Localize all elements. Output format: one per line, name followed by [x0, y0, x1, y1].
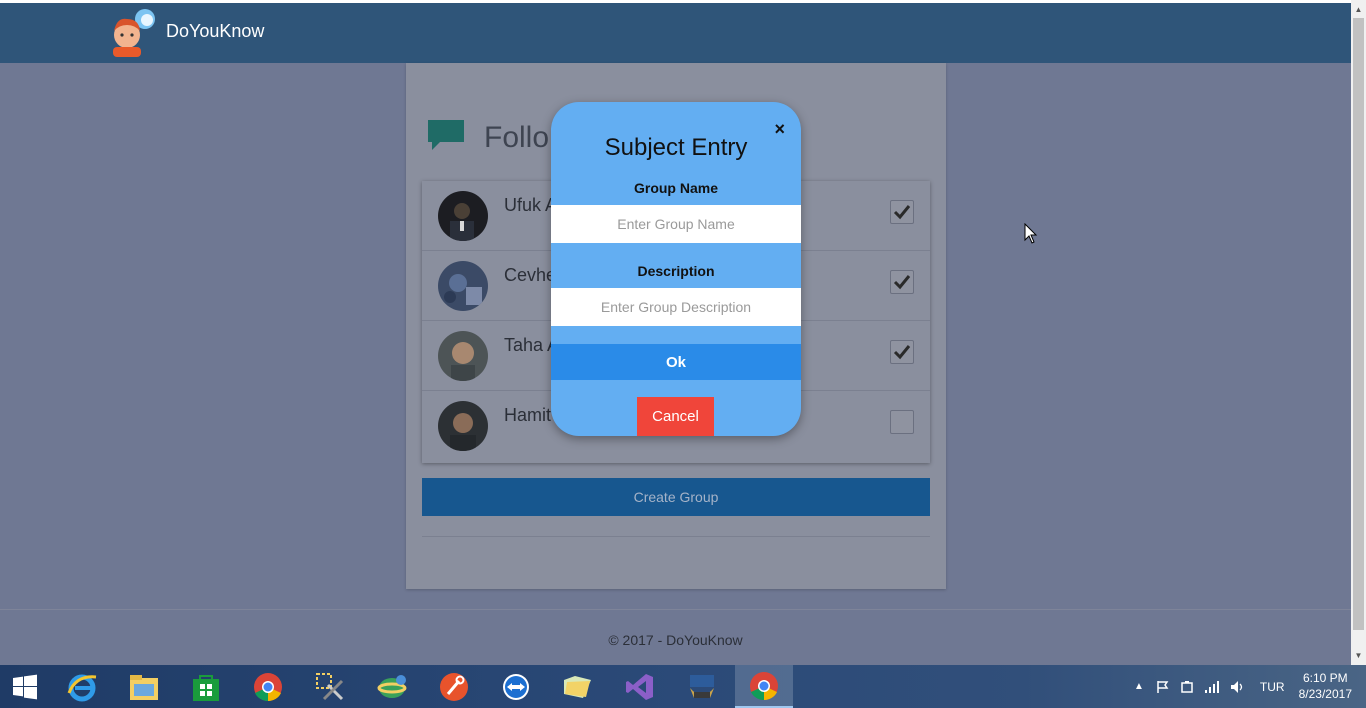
visual-studio-icon[interactable] — [611, 665, 669, 708]
vertical-scrollbar[interactable]: ▲ ▼ — [1351, 0, 1366, 665]
taskbar: ▲ TUR 6:10 PM 8/23/2017 — [0, 665, 1366, 708]
sourcetree-icon[interactable] — [425, 665, 483, 708]
scroll-down-arrow-icon[interactable]: ▼ — [1351, 649, 1366, 663]
scroll-thumb[interactable] — [1353, 18, 1364, 630]
description-label: Description — [637, 263, 715, 279]
user-name: Cevhe — [504, 265, 557, 285]
chrome-active-icon[interactable] — [735, 665, 793, 708]
volume-icon[interactable] — [1230, 680, 1246, 694]
browser-window: DoYouKnow Follo Ufuk A Cevhe Taha A Hami… — [0, 0, 1366, 665]
brand-name[interactable]: DoYouKnow — [166, 21, 264, 42]
group-name-label: Group Name — [633, 180, 718, 196]
modal-title: Subject Entry — [604, 134, 748, 161]
sql-server-icon[interactable] — [673, 665, 731, 708]
scroll-up-arrow-icon[interactable]: ▲ — [1351, 3, 1366, 17]
brand-logo-icon[interactable] — [107, 7, 159, 57]
avatar — [438, 331, 488, 381]
avatar — [438, 191, 488, 241]
description-input[interactable] — [551, 288, 801, 326]
flag-icon[interactable] — [1156, 680, 1170, 694]
signal-icon[interactable] — [1204, 680, 1220, 694]
user-select-checkbox[interactable] — [890, 270, 914, 294]
chat-bubble-icon — [428, 120, 464, 150]
clock-date: 8/23/2017 — [1298, 687, 1352, 701]
tools-icon[interactable] — [301, 665, 359, 708]
divider — [422, 536, 930, 537]
store-icon[interactable] — [177, 665, 235, 708]
mouse-pointer-icon — [1024, 223, 1038, 244]
windows-start-icon[interactable] — [0, 665, 50, 708]
subject-entry-modal: × Subject Entry Group Name Description O… — [551, 102, 801, 436]
user-select-checkbox[interactable] — [890, 200, 914, 224]
user-select-checkbox[interactable] — [890, 410, 914, 434]
folder-icon[interactable] — [549, 665, 607, 708]
ok-button[interactable]: Ok — [551, 344, 801, 380]
navbar: DoYouKnow — [0, 0, 1351, 63]
avatar — [438, 261, 488, 311]
group-name-input[interactable] — [551, 205, 801, 243]
chrome-icon[interactable] — [239, 665, 297, 708]
clock[interactable]: 6:10 PM 8/23/2017 — [1299, 670, 1352, 702]
show-hidden-icons-icon[interactable]: ▲ — [1134, 681, 1144, 692]
clock-time: 6:10 PM — [1302, 671, 1348, 685]
internet-explorer-icon[interactable] — [53, 665, 111, 708]
user-name: Hamit — [504, 405, 552, 425]
user-select-checkbox[interactable] — [890, 340, 914, 364]
language-indicator[interactable]: TUR — [1260, 680, 1285, 694]
cancel-button[interactable]: Cancel — [637, 397, 714, 436]
battery-icon[interactable] — [1180, 680, 1194, 694]
user-name: Ufuk A — [504, 195, 558, 215]
teamviewer-icon[interactable] — [487, 665, 545, 708]
create-group-button[interactable]: Create Group — [422, 478, 930, 516]
footer-divider — [0, 609, 1351, 610]
system-tray: ▲ TUR — [1134, 665, 1285, 708]
file-explorer-icon[interactable] — [115, 665, 173, 708]
footer-copyright: © 2017 - DoYouKnow — [608, 632, 743, 648]
avatar — [438, 401, 488, 451]
card-title: Follo — [484, 121, 550, 154]
network-globe-icon[interactable] — [363, 665, 421, 708]
